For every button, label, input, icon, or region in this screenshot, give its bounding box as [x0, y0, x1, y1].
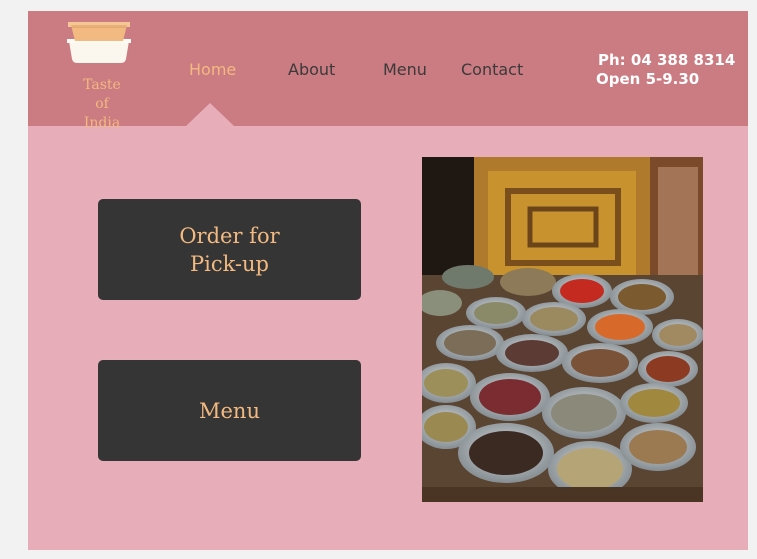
active-nav-indicator — [186, 103, 234, 126]
phone-number: Ph: 04 388 8314 — [598, 51, 736, 69]
nav-contact[interactable]: Contact — [461, 60, 523, 79]
takeaway-container-icon — [67, 22, 131, 63]
logo[interactable]: Taste of India — [61, 19, 137, 131]
logo-line-of: of — [95, 96, 109, 112]
opening-hours: Open 5-9.30 — [596, 70, 700, 88]
spice-bowls-photo — [422, 157, 703, 502]
order-pickup-button[interactable]: Order for Pick-up — [98, 199, 361, 300]
menu-button-label: Menu — [199, 398, 260, 423]
site-header: Taste of India Home About Menu Contact P… — [28, 11, 748, 131]
nav-about[interactable]: About — [288, 60, 335, 79]
menu-button[interactable]: Menu — [98, 360, 361, 461]
page-frame: Taste of India Home About Menu Contact P… — [28, 11, 748, 550]
nav-home[interactable]: Home — [189, 60, 236, 79]
logo-text: Taste of India — [61, 76, 143, 133]
pickup-label-line2: Pick-up — [189, 251, 269, 276]
contact-info: Ph: 04 388 8314 Open 5-9.30 — [596, 51, 735, 89]
pickup-label-line1: Order for — [179, 223, 280, 248]
logo-line-taste: Taste — [83, 77, 121, 93]
logo-line-india: India — [83, 115, 121, 131]
nav-menu[interactable]: Menu — [383, 60, 427, 79]
